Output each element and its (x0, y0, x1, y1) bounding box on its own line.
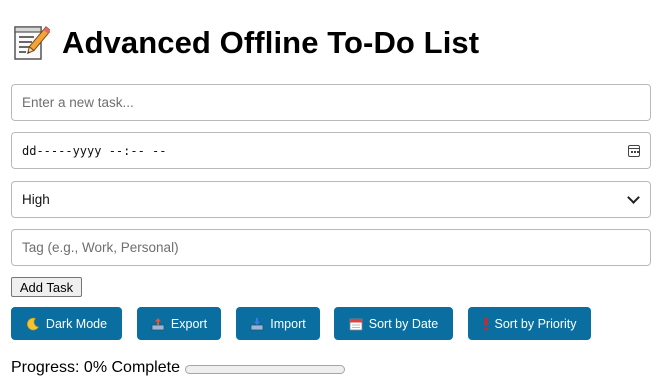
sort-by-date-label: Sort by Date (368, 316, 439, 331)
task-input-placeholder: Enter a new task... (22, 95, 134, 110)
page-header: Advanced Offline To-Do List (12, 22, 479, 64)
export-button[interactable]: Export (137, 307, 221, 340)
import-label: Import (270, 316, 306, 331)
sort-by-date-button[interactable]: Sort by Date (334, 307, 453, 340)
dark-mode-button[interactable]: Dark Mode (11, 307, 122, 340)
tag-input-placeholder: Tag (e.g., Work, Personal) (22, 240, 179, 255)
due-date-input[interactable]: dd-----yyyy --:-- -- (11, 132, 651, 169)
sort-by-priority-button[interactable]: Sort by Priority (468, 307, 591, 340)
progress-section: Progress: 0% Complete (11, 359, 345, 377)
add-task-button[interactable]: Add Task (11, 277, 82, 297)
import-button[interactable]: Import (236, 307, 320, 340)
priority-select[interactable]: High (11, 181, 651, 218)
progress-label: Progress: 0% Complete (11, 359, 180, 376)
outbox-tray-icon (151, 317, 165, 331)
progress-bar (184, 364, 345, 374)
calendar-picker-icon[interactable] (628, 144, 640, 157)
memo-icon (12, 23, 52, 63)
export-label: Export (170, 316, 208, 331)
chevron-down-icon (627, 190, 640, 204)
dark-mode-label: Dark Mode (45, 316, 108, 331)
calendar-icon (349, 317, 363, 331)
task-input[interactable]: Enter a new task... (11, 84, 651, 121)
crescent-moon-icon (26, 317, 40, 331)
tag-input[interactable]: Tag (e.g., Work, Personal) (11, 229, 651, 266)
inbox-tray-icon (250, 317, 264, 331)
due-date-placeholder: dd-----yyyy --:-- -- (22, 143, 167, 158)
page-title: Advanced Offline To-Do List (62, 25, 480, 60)
exclamation-icon (483, 317, 489, 331)
priority-selected-value: High (22, 192, 50, 207)
sort-by-priority-label: Sort by Priority (494, 316, 577, 331)
